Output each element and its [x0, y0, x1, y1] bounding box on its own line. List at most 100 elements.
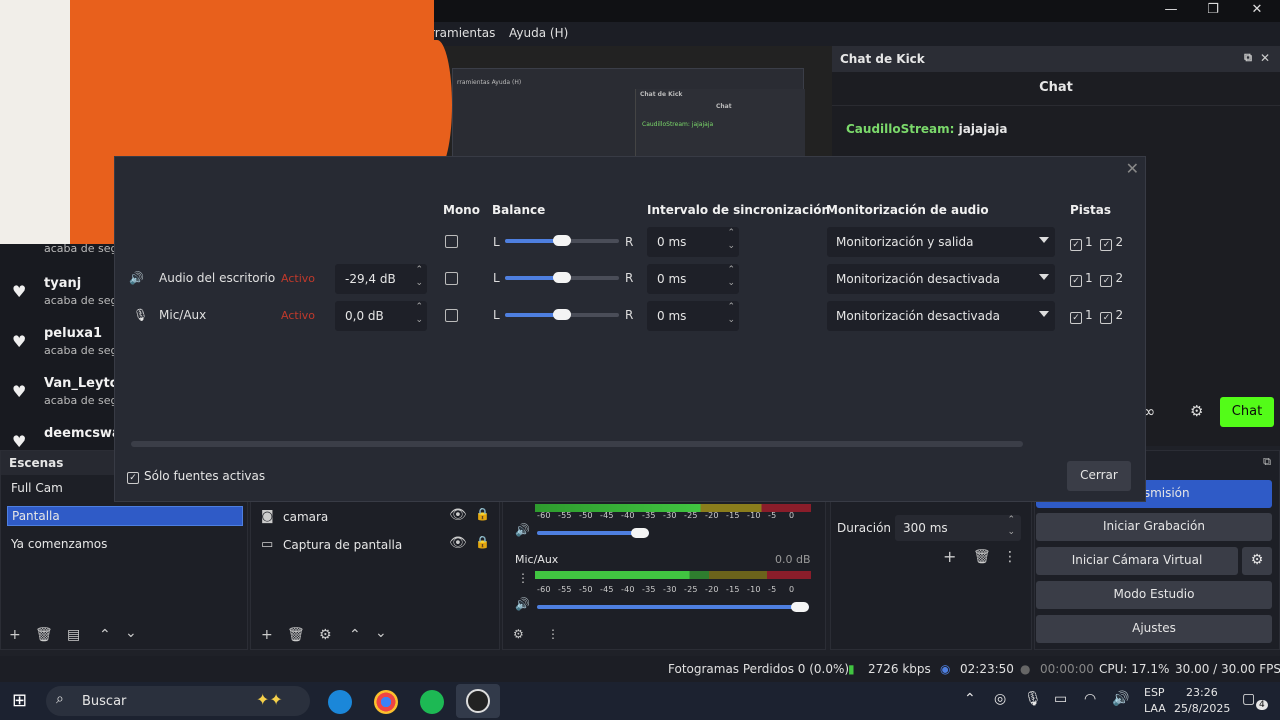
- kebab-icon[interactable]: ⋮: [547, 627, 559, 641]
- taskbar-search[interactable]: ⌕ Buscar ✦✦: [46, 686, 310, 716]
- volume-knob[interactable]: [791, 602, 809, 612]
- kebab-icon[interactable]: ⋮: [517, 571, 529, 585]
- close-button[interactable]: ✕: [1236, 0, 1278, 22]
- track-checkbox[interactable]: ✓: [1100, 239, 1113, 251]
- move-up-icon[interactable]: ⌃: [99, 627, 111, 643]
- move-down-icon[interactable]: ⌄: [125, 625, 137, 641]
- kebab-icon[interactable]: ⋮: [1003, 549, 1017, 565]
- volume-input[interactable]: 0,0 dB ⌃ ⌄: [335, 301, 427, 331]
- down-arrow-icon[interactable]: ⌄: [727, 241, 735, 251]
- advanced-audio-icon[interactable]: ⚙: [513, 627, 524, 641]
- track-checkbox[interactable]: ✓: [1070, 275, 1082, 287]
- webcam-tray-icon[interactable]: ◎: [994, 691, 1006, 707]
- monitoring-select[interactable]: Monitorización desactivada: [827, 301, 1055, 331]
- balance-knob[interactable]: [553, 235, 571, 246]
- chevron-up-icon[interactable]: ⌃: [964, 691, 976, 707]
- down-arrow-icon[interactable]: ⌄: [415, 278, 423, 288]
- add-scene-icon[interactable]: +: [9, 627, 21, 643]
- up-arrow-icon[interactable]: ⌃: [415, 302, 423, 312]
- clock-time[interactable]: 23:26: [1186, 686, 1218, 699]
- scene-item-selected[interactable]: Pantalla: [7, 506, 243, 526]
- minimize-button[interactable]: —: [1150, 0, 1192, 22]
- balance-slider[interactable]: [505, 309, 619, 320]
- studio-mode-button[interactable]: Modo Estudio: [1036, 581, 1272, 609]
- settings-button[interactable]: Ajustes: [1036, 615, 1272, 643]
- add-source-icon[interactable]: +: [261, 627, 273, 643]
- up-arrow-icon[interactable]: ⌃: [727, 302, 735, 312]
- scene-item[interactable]: Ya comenzamos: [7, 535, 243, 555]
- desktop-volume-slider[interactable]: [537, 528, 649, 538]
- down-arrow-icon[interactable]: ⌄: [415, 315, 423, 325]
- only-active-checkbox[interactable]: ✓: [127, 472, 139, 484]
- start-recording-button[interactable]: Iniciar Grabación: [1036, 513, 1272, 541]
- source-item[interactable]: Captura de pantalla: [283, 538, 402, 552]
- battery-icon[interactable]: ▭: [1054, 691, 1067, 707]
- up-arrow-icon[interactable]: ⌃: [1007, 515, 1015, 525]
- chat-send-button[interactable]: Chat: [1220, 397, 1274, 427]
- balance-knob[interactable]: [553, 309, 571, 320]
- trash-icon[interactable]: 🗑: [35, 627, 53, 643]
- undock-icon[interactable]: ⧉: [1263, 455, 1271, 469]
- track-checkbox[interactable]: ✓: [1100, 275, 1113, 287]
- notifications-icon[interactable]: ▢: [1242, 691, 1255, 707]
- track-checkbox[interactable]: ✓: [1070, 312, 1082, 324]
- mono-checkbox[interactable]: [445, 272, 458, 285]
- undock-icon[interactable]: ⧉: [1244, 51, 1252, 65]
- down-arrow-icon[interactable]: ⌄: [727, 315, 735, 325]
- menu-tools[interactable]: rramientas: [430, 26, 495, 40]
- add-transition-icon[interactable]: +: [943, 547, 956, 566]
- lock-icon[interactable]: 🔒: [475, 507, 490, 521]
- sync-offset-input[interactable]: 0 ms ⌃ ⌄: [647, 227, 739, 257]
- virtual-cam-settings-icon[interactable]: ⚙: [1242, 547, 1272, 575]
- move-up-icon[interactable]: ⌃: [349, 627, 361, 643]
- monitoring-select[interactable]: Monitorización desactivada: [827, 264, 1055, 294]
- chrome-icon[interactable]: [374, 690, 398, 714]
- close-dialog-button[interactable]: Cerrar: [1067, 461, 1131, 491]
- windows-start-icon[interactable]: ⊞: [12, 690, 27, 711]
- gear-icon[interactable]: ⚙: [1190, 402, 1203, 420]
- chat-message-user[interactable]: CaudilloStream:: [846, 122, 954, 136]
- edge-icon[interactable]: [328, 690, 352, 714]
- balance-slider[interactable]: [505, 272, 619, 283]
- down-arrow-icon[interactable]: ⌄: [727, 278, 735, 288]
- mono-checkbox[interactable]: [445, 235, 458, 248]
- up-arrow-icon[interactable]: ⌃: [727, 265, 735, 275]
- obs-taskbar-button[interactable]: [456, 684, 500, 718]
- language[interactable]: ESP: [1144, 686, 1165, 699]
- track-checkbox[interactable]: ✓: [1100, 312, 1113, 324]
- volume-input[interactable]: -29,4 dB ⌃ ⌄: [335, 264, 427, 294]
- down-arrow-icon[interactable]: ⌄: [1007, 527, 1015, 537]
- lock-icon[interactable]: 🔒: [475, 535, 490, 549]
- sync-offset-input[interactable]: 0 ms ⌃ ⌄: [647, 264, 739, 294]
- eye-icon[interactable]: 👁: [449, 507, 467, 523]
- up-arrow-icon[interactable]: ⌃: [415, 265, 423, 275]
- balance-slider[interactable]: [505, 235, 619, 246]
- microphone-icon[interactable]: 🎙: [1024, 691, 1042, 707]
- menu-help[interactable]: Ayuda (H): [509, 26, 568, 40]
- trash-icon[interactable]: 🗑: [287, 627, 305, 643]
- sync-offset-input[interactable]: 0 ms ⌃ ⌄: [647, 301, 739, 331]
- spotify-icon[interactable]: [420, 690, 444, 714]
- up-arrow-icon[interactable]: ⌃: [727, 228, 735, 238]
- restore-button[interactable]: ❐: [1192, 0, 1234, 22]
- horizontal-scrollbar[interactable]: [131, 441, 1023, 447]
- volume-knob[interactable]: [631, 528, 649, 538]
- preview-canvas[interactable]: rramientas Ayuda (H) Chat de Kick Chat C…: [434, 46, 832, 159]
- eye-icon[interactable]: 👁: [449, 535, 467, 551]
- volume-icon[interactable]: 🔊: [1112, 691, 1129, 707]
- close-dock-icon[interactable]: ✕: [1260, 51, 1270, 65]
- filter-icon[interactable]: ▤: [67, 627, 80, 643]
- start-virtual-cam-button[interactable]: Iniciar Cámara Virtual: [1036, 547, 1238, 575]
- gear-icon[interactable]: ⚙: [319, 627, 332, 643]
- speaker-icon[interactable]: 🔊: [515, 523, 530, 537]
- close-dialog-icon[interactable]: ✕: [1126, 159, 1139, 178]
- mic-volume-slider[interactable]: [537, 602, 809, 612]
- speaker-icon[interactable]: 🔊: [515, 597, 530, 611]
- balance-knob[interactable]: [553, 272, 571, 283]
- trash-icon[interactable]: 🗑: [973, 549, 991, 565]
- monitoring-select[interactable]: Monitorización y salida: [827, 227, 1055, 257]
- wifi-icon[interactable]: ◠: [1084, 691, 1096, 707]
- duration-input[interactable]: 300 ms ⌃ ⌄: [895, 515, 1021, 541]
- source-item[interactable]: camara: [283, 510, 328, 524]
- mono-checkbox[interactable]: [445, 309, 458, 322]
